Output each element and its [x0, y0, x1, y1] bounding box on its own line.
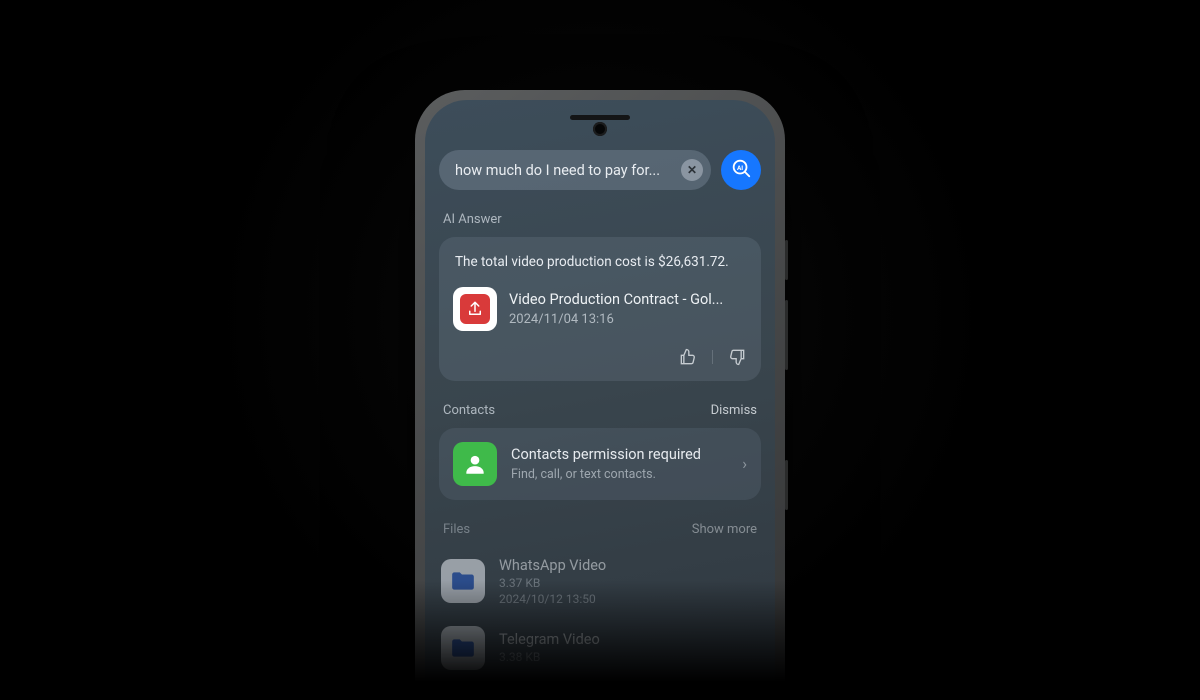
contacts-section-header: Contacts Dismiss: [443, 403, 757, 418]
source-file-date: 2024/11/04 13:16: [509, 312, 723, 327]
file-item[interactable]: WhatsApp Video 3.37 KB 2024/10/12 13:50: [439, 547, 761, 616]
clear-search-button[interactable]: ✕: [681, 159, 703, 181]
ai-search-button[interactable]: AI: [721, 150, 761, 190]
folder-icon: [441, 559, 485, 603]
phone-screen: how much do I need to pay for... ✕ AI AI…: [425, 100, 775, 700]
ai-answer-card: The total video production cost is $26,6…: [439, 237, 761, 381]
chevron-right-icon: ›: [742, 454, 747, 473]
contacts-permission-card[interactable]: Contacts permission required Find, call,…: [439, 428, 761, 500]
file-meta: Telegram Video 3.38 KB: [499, 631, 600, 664]
search-query-text: how much do I need to pay for...: [455, 162, 681, 179]
search-input[interactable]: how much do I need to pay for... ✕: [439, 150, 711, 190]
folder-icon: [441, 626, 485, 670]
close-icon: ✕: [687, 163, 697, 177]
source-file-title: Video Production Contract - Gol...: [509, 291, 723, 308]
ai-icon: AI: [730, 157, 752, 183]
thumbs-up-icon: [678, 352, 698, 371]
file-date: 2024/10/12 13:50: [499, 592, 606, 606]
phone-frame: how much do I need to pay for... ✕ AI AI…: [415, 90, 785, 700]
file-title: WhatsApp Video: [499, 557, 606, 574]
side-button: [785, 300, 788, 370]
ai-answer-source-file[interactable]: Video Production Contract - Gol... 2024/…: [453, 287, 747, 331]
file-size: 3.37 KB: [499, 576, 606, 590]
files-section-header: Files Show more: [443, 522, 757, 537]
svg-text:AI: AI: [737, 164, 743, 172]
contacts-text: Contacts permission required Find, call,…: [511, 446, 728, 482]
dismiss-button[interactable]: Dismiss: [711, 403, 757, 418]
file-item[interactable]: Telegram Video 3.38 KB: [439, 616, 761, 680]
thumbs-down-button[interactable]: [727, 347, 747, 367]
file-title: Telegram Video: [499, 631, 600, 648]
ai-answer-text: The total video production cost is $26,6…: [455, 253, 745, 273]
files-label-text: Files: [443, 522, 470, 537]
contacts-icon: [453, 442, 497, 486]
divider: [712, 350, 713, 364]
side-button: [785, 240, 788, 280]
stage: how much do I need to pay for... ✕ AI AI…: [0, 0, 1200, 700]
speaker-grill: [570, 115, 630, 120]
ai-answer-section-label: AI Answer: [443, 212, 757, 227]
thumbs-up-button[interactable]: [678, 347, 698, 367]
thumbs-down-icon: [727, 352, 747, 371]
pdf-icon: [453, 287, 497, 331]
search-row: how much do I need to pay for... ✕ AI: [439, 150, 761, 190]
files-section: Files Show more WhatsApp Video 3.37 KB 2…: [439, 522, 761, 680]
file-meta: WhatsApp Video 3.37 KB 2024/10/12 13:50: [499, 557, 606, 606]
side-button: [785, 460, 788, 510]
contacts-title: Contacts permission required: [511, 446, 728, 464]
source-file-meta: Video Production Contract - Gol... 2024/…: [509, 291, 723, 327]
show-more-button[interactable]: Show more: [692, 522, 757, 537]
file-size: 3.38 KB: [499, 650, 600, 664]
front-camera: [593, 122, 607, 136]
feedback-row: [453, 347, 747, 367]
contacts-subtitle: Find, call, or text contacts.: [511, 467, 728, 482]
contacts-label-text: Contacts: [443, 403, 495, 418]
ai-answer-label-text: AI Answer: [443, 212, 502, 227]
